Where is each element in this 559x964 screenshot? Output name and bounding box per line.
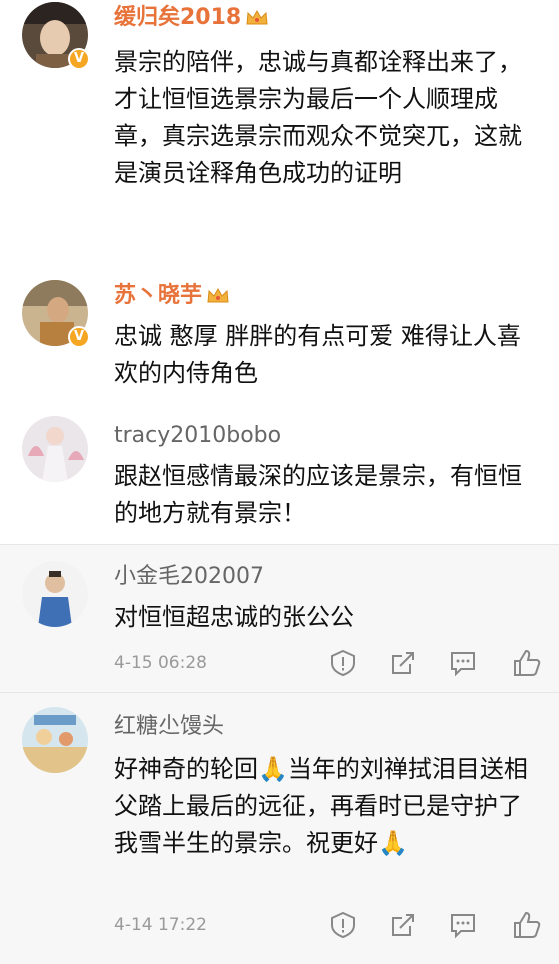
comment-text: 跟赵恒感情最深的应该是景宗，有恒恒的地方就有景宗！	[114, 462, 522, 527]
comment-text: 好神奇的轮回🙏当年的刘禅拭泪目送相父踏上最后的远征，再看时已是守护了我雪半生的景…	[114, 755, 528, 857]
avatar[interactable]	[22, 561, 88, 627]
comment-item: 红糖尐馒头 好神奇的轮回🙏当年的刘禅拭泪目送相父踏上最后的远征，再看时已是守护了…	[0, 692, 559, 964]
comment-text: 忠诚 憨厚 胖胖的有点可爱 难得让人喜欢的内侍角色	[114, 322, 521, 387]
crown-icon	[207, 287, 229, 303]
comment-text: 景宗的陪伴，忠诚与真都诠释出来了，才让恒恒选景宗为最后一个人顺理成章，真宗选景宗…	[114, 48, 522, 187]
avatar[interactable]	[22, 416, 88, 482]
share-icon[interactable]	[388, 648, 418, 678]
username[interactable]: 红糖尐馒头	[114, 713, 224, 741]
comment-item: V 苏丶晓芋 忠诚 憨厚 胖胖的有点可爱 难得让人喜欢的内侍角色	[0, 268, 559, 392]
comment-item: 小金毛202007 对恒恒超忠诚的张公公 4-15 06:28	[0, 544, 559, 692]
verified-badge-icon: V	[68, 48, 90, 70]
like-icon[interactable]	[512, 910, 542, 940]
share-icon[interactable]	[388, 910, 418, 940]
comment-text: 对恒恒超忠诚的张公公	[114, 603, 354, 631]
comment-item: tracy2010bobo 跟赵恒感情最深的应该是景宗，有恒恒的地方就有景宗！	[0, 392, 559, 544]
verified-badge-icon: V	[68, 326, 90, 348]
like-icon[interactable]	[512, 648, 542, 678]
report-icon[interactable]	[328, 648, 358, 678]
comment-time: 4-15 06:28	[114, 653, 207, 673]
comment-icon[interactable]	[448, 910, 478, 940]
username[interactable]: 缓归矣2018	[114, 4, 269, 32]
report-icon[interactable]	[328, 910, 358, 940]
comment-time: 4-14 17:22	[114, 915, 207, 935]
username[interactable]: 苏丶晓芋	[114, 282, 230, 310]
comment-icon[interactable]	[448, 648, 478, 678]
avatar[interactable]	[22, 707, 88, 773]
username[interactable]: 小金毛202007	[114, 563, 264, 591]
comment-item: V 缓归矣2018 景宗的陪伴，忠诚与真都诠释出来了，才让恒恒选景宗为最后一个人…	[0, 0, 559, 268]
crown-icon	[246, 9, 268, 25]
username[interactable]: tracy2010bobo	[114, 422, 281, 450]
